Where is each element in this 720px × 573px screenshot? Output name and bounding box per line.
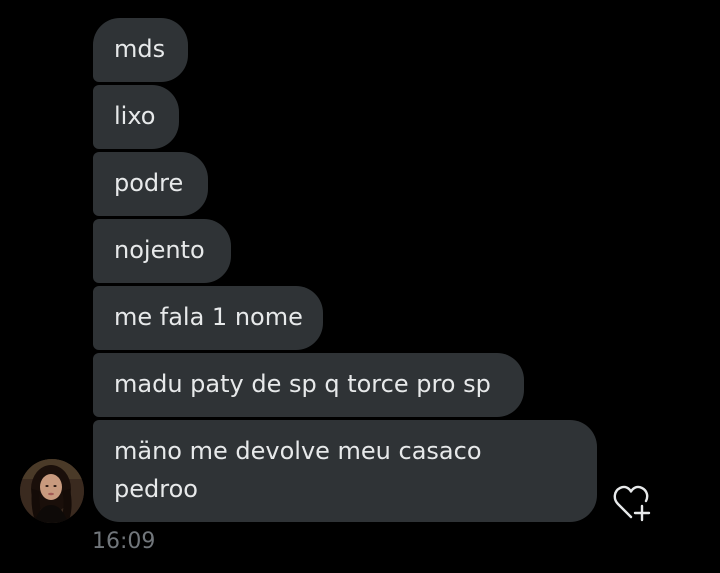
message-bubble[interactable]: nojento — [93, 219, 231, 283]
message-text-line: mäno me devolve meu casaco — [114, 437, 482, 465]
message-bubble[interactable]: podre — [93, 152, 208, 216]
message-thread: mds lixo podre nojento me fala 1 nome ma… — [0, 0, 720, 573]
message-text: podre — [114, 169, 184, 197]
heart-add-glyph — [613, 485, 651, 522]
message-text: madu paty de sp q torce pro sp — [114, 370, 491, 398]
message-bubble[interactable]: mäno me devolve meu casaco pedroo — [93, 420, 597, 522]
message-timestamp: 16:09 — [92, 529, 156, 554]
message-bubble[interactable]: mds — [93, 18, 188, 82]
avatar-image — [20, 459, 84, 523]
user-avatar[interactable] — [20, 459, 84, 523]
message-text: lixo — [114, 102, 156, 130]
message-text: nojento — [114, 236, 205, 264]
heart-add-icon[interactable] — [612, 482, 654, 522]
message-bubble[interactable]: lixo — [93, 85, 179, 149]
message-text: me fala 1 nome — [114, 303, 303, 331]
message-bubble[interactable]: me fala 1 nome — [93, 286, 323, 350]
message-text-line: pedroo — [114, 475, 198, 503]
message-text: mds — [114, 35, 166, 63]
message-bubble[interactable]: madu paty de sp q torce pro sp — [93, 353, 524, 417]
